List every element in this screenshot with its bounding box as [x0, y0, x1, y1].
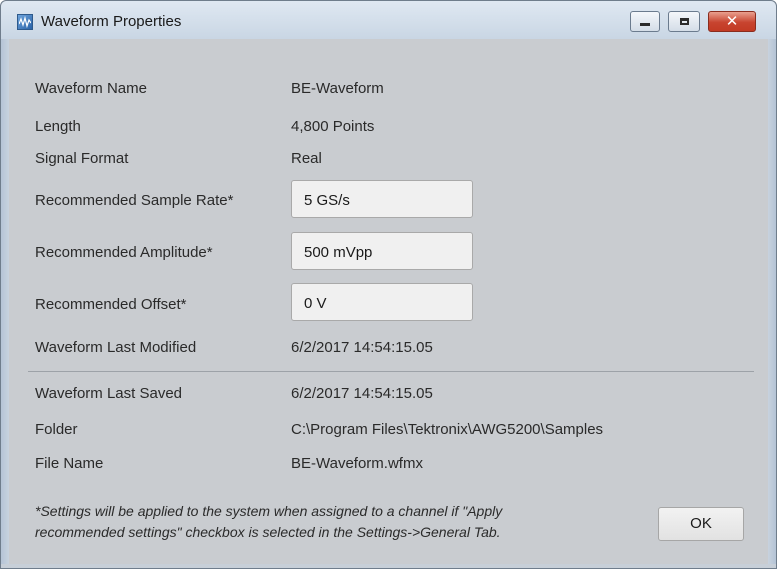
close-icon: ✕	[725, 12, 739, 30]
maximize-icon	[679, 18, 689, 25]
window-frame-left	[1, 39, 9, 564]
last-modified-label: Waveform Last Modified	[35, 339, 197, 356]
waveform-name-label: Waveform Name	[35, 80, 147, 97]
signal-format-value: Real	[291, 150, 322, 167]
amplitude-label: Recommended Amplitude*	[35, 244, 213, 261]
window-title: Waveform Properties	[41, 13, 182, 30]
signal-format-label: Signal Format	[35, 150, 129, 167]
section-divider	[28, 371, 754, 372]
window-frame-right	[768, 39, 776, 564]
settings-footnote: *Settings will be applied to the system …	[35, 501, 645, 543]
last-modified-value: 6/2/2017 14:54:15.05	[291, 339, 433, 356]
folder-label: Folder	[35, 421, 78, 438]
last-saved-label: Waveform Last Saved	[35, 385, 183, 402]
amplitude-field[interactable]: 500 mVpp	[291, 232, 473, 270]
waveform-name-value: BE-Waveform	[291, 80, 384, 97]
title-bar[interactable]: Waveform Properties ✕	[1, 1, 776, 39]
offset-label: Recommended Offset*	[35, 296, 187, 313]
maximize-button[interactable]	[668, 11, 700, 32]
footnote-line-1: *Settings will be applied to the system …	[35, 503, 503, 519]
waveform-properties-dialog: Waveform Properties ✕ Waveform Name BE-W…	[0, 0, 777, 569]
minimize-icon	[640, 23, 650, 26]
length-label: Length	[35, 118, 81, 135]
minimize-button[interactable]	[630, 11, 660, 32]
file-name-value: BE-Waveform.wfmx	[291, 455, 423, 472]
last-saved-value: 6/2/2017 14:54:15.05	[291, 385, 433, 402]
length-value: 4,800 Points	[291, 118, 375, 135]
offset-field[interactable]: 0 V	[291, 283, 473, 321]
ok-button[interactable]: OK	[658, 507, 744, 541]
footnote-line-2: recommended settings" checkbox is select…	[35, 524, 501, 540]
close-button[interactable]: ✕	[708, 11, 756, 32]
folder-value: C:\Program Files\Tektronix\AWG5200\Sampl…	[291, 421, 604, 438]
dialog-content: Waveform Name BE-Waveform Length 4,800 P…	[9, 39, 768, 564]
sample-rate-field[interactable]: 5 GS/s	[291, 180, 473, 218]
file-name-label: File Name	[35, 455, 104, 472]
sample-rate-label: Recommended Sample Rate*	[35, 192, 234, 209]
waveform-app-icon	[17, 14, 33, 30]
